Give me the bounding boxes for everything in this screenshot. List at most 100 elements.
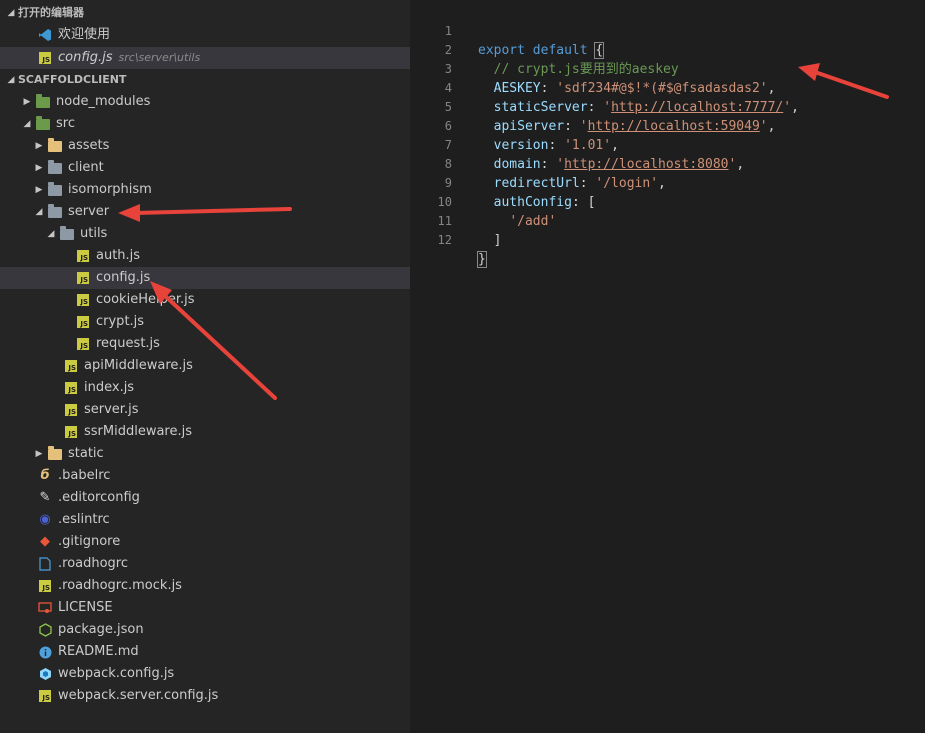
tree-item-auth-js[interactable]: JS auth.js bbox=[0, 245, 410, 267]
vscode-icon bbox=[36, 27, 54, 43]
code-line: 4 staticServer: 'http://localhost:7777/'… bbox=[410, 60, 925, 115]
tree-item-roadhogrc[interactable]: .roadhogrc bbox=[0, 553, 410, 575]
tree-item-label: server bbox=[68, 204, 110, 219]
code-editor[interactable]: 1 export default { 2 // crypt.js要用到的aesk… bbox=[410, 0, 925, 733]
tree-item-node-modules[interactable]: ▶ node_modules bbox=[0, 91, 410, 113]
chevron-right-icon: ▶ bbox=[35, 163, 43, 173]
project-header[interactable]: ◢ SCAFFOLDCLIENT bbox=[0, 69, 410, 91]
brace: } bbox=[477, 251, 487, 268]
tree-item-label: webpack.config.js bbox=[58, 666, 175, 681]
tree-item-request-js[interactable]: JS request.js bbox=[0, 333, 410, 355]
js-icon: JS bbox=[36, 578, 54, 594]
tree-item-label: src bbox=[56, 116, 75, 131]
folder-open-icon bbox=[34, 115, 52, 132]
tree-item-label: LICENSE bbox=[58, 600, 113, 615]
nodejs-icon bbox=[36, 622, 54, 638]
code-line: 2 // crypt.js要用到的aeskey bbox=[410, 22, 925, 77]
open-editor-welcome[interactable]: 欢迎使用 bbox=[0, 24, 410, 46]
tree-item-server-js[interactable]: JS server.js bbox=[0, 399, 410, 421]
code-line: 6 version: '1.01', bbox=[410, 98, 925, 153]
tree-item-label: isomorphism bbox=[68, 182, 152, 197]
tree-item-license[interactable]: LICENSE bbox=[0, 597, 410, 619]
tree-item-assets[interactable]: ▶ assets bbox=[0, 135, 410, 157]
tree-item-readme-md[interactable]: README.md bbox=[0, 641, 410, 663]
js-icon: JS bbox=[74, 336, 92, 352]
open-editors-title: 打开的编辑器 bbox=[18, 6, 84, 19]
chevron-right-icon: ▶ bbox=[35, 185, 43, 195]
open-editors-header[interactable]: ◢ 打开的编辑器 bbox=[0, 2, 410, 24]
tree-item-index-js[interactable]: JS index.js bbox=[0, 377, 410, 399]
tree-item-eslintrc[interactable]: ◉ .eslintrc bbox=[0, 509, 410, 531]
tree-item-webpack-server-config-js[interactable]: JS webpack.server.config.js bbox=[0, 685, 410, 707]
bracket: ] bbox=[493, 233, 502, 248]
folder-open-icon bbox=[46, 203, 64, 220]
tree-item-label: assets bbox=[68, 138, 110, 153]
file-icon bbox=[36, 556, 54, 572]
tree-item-label: README.md bbox=[58, 644, 139, 659]
tree-item-label: cookieHelper.js bbox=[96, 292, 195, 307]
tree-item-label: static bbox=[68, 446, 104, 461]
tree-item-label: config.js bbox=[96, 270, 151, 285]
tree-item-cookiehelper-js[interactable]: JS cookieHelper.js bbox=[0, 289, 410, 311]
tree-item-utils[interactable]: ◢ utils bbox=[0, 223, 410, 245]
js-icon: JS bbox=[74, 270, 92, 286]
tree-item-src[interactable]: ◢ src bbox=[0, 113, 410, 135]
folder-icon bbox=[34, 93, 52, 110]
tree-item-crypt-js[interactable]: JS crypt.js bbox=[0, 311, 410, 333]
explorer-sidebar: ◢ 打开的编辑器 欢迎使用 JS config.js src\server\ut… bbox=[0, 0, 410, 733]
eslint-icon: ◉ bbox=[39, 512, 51, 527]
code-line: 1 export default { bbox=[410, 3, 925, 59]
js-icon: JS bbox=[62, 358, 80, 374]
tree-item-config-js[interactable]: JS config.js bbox=[0, 267, 410, 289]
git-icon: ◆ bbox=[40, 534, 50, 549]
tree-item-label: .roadhogrc bbox=[58, 556, 129, 571]
tree-item-client[interactable]: ▶ client bbox=[0, 157, 410, 179]
chevron-down-icon: ◢ bbox=[47, 229, 55, 239]
js-icon: JS bbox=[74, 248, 92, 264]
folder-icon bbox=[46, 159, 64, 176]
js-icon: JS bbox=[36, 50, 54, 66]
js-icon: JS bbox=[36, 688, 54, 704]
tree-item-babelrc[interactable]: б .babelrc bbox=[0, 465, 410, 487]
code-line: 8 redirectUrl: '/login', bbox=[410, 136, 925, 191]
folder-open-icon bbox=[58, 225, 76, 242]
tree-item-roadhogrc-mock-js[interactable]: JS .roadhogrc.mock.js bbox=[0, 575, 410, 597]
tree-item-label: .eslintrc bbox=[58, 512, 110, 527]
tree-item-webpack-config-js[interactable]: webpack.config.js bbox=[0, 663, 410, 685]
tree-item-label: utils bbox=[80, 226, 108, 241]
editorconfig-icon: ✎ bbox=[39, 490, 51, 505]
tree-item-ssrmiddleware-js[interactable]: JS ssrMiddleware.js bbox=[0, 421, 410, 443]
tree-item-label: .roadhogrc.mock.js bbox=[58, 578, 182, 593]
open-editor-path: src\server\utils bbox=[118, 51, 201, 64]
tree-item-package-json[interactable]: package.json bbox=[0, 619, 410, 641]
tree-item-isomorphism[interactable]: ▶ isomorphism bbox=[0, 179, 410, 201]
code-line: 3 AESKEY: 'sdf234#@$!*(#$@fsadasdas2', bbox=[410, 41, 925, 96]
js-icon: JS bbox=[62, 380, 80, 396]
js-icon: JS bbox=[62, 424, 80, 440]
tree-item-static[interactable]: ▶ static bbox=[0, 443, 410, 465]
tree-item-server[interactable]: ◢ server bbox=[0, 201, 410, 223]
chevron-down-icon: ◢ bbox=[7, 8, 15, 18]
tree-item-label: index.js bbox=[84, 380, 135, 395]
tree-item-gitignore[interactable]: ◆ .gitignore bbox=[0, 531, 410, 553]
tree-item-label: apiMiddleware.js bbox=[84, 358, 193, 373]
tree-item-label: package.json bbox=[58, 622, 144, 637]
chevron-down-icon: ◢ bbox=[35, 207, 43, 217]
tree-item-label: node_modules bbox=[56, 94, 151, 109]
js-icon: JS bbox=[62, 402, 80, 418]
project-title: SCAFFOLDCLIENT bbox=[18, 73, 127, 86]
folder-icon bbox=[46, 445, 64, 462]
folder-icon bbox=[46, 181, 64, 198]
code-line: 9 authConfig: [ bbox=[410, 155, 925, 210]
webpack-icon bbox=[36, 666, 54, 682]
tree-item-label: .babelrc bbox=[58, 468, 111, 483]
tree-item-label: server.js bbox=[84, 402, 139, 417]
open-editor-config[interactable]: JS config.js src\server\utils bbox=[0, 47, 410, 69]
tree-item-editorconfig[interactable]: ✎ .editorconfig bbox=[0, 487, 410, 509]
tree-item-apimiddleware-js[interactable]: JS apiMiddleware.js bbox=[0, 355, 410, 377]
tree-item-label: webpack.server.config.js bbox=[58, 688, 219, 703]
code-line: 5 apiServer: 'http://localhost:59049', bbox=[410, 79, 925, 134]
open-editor-label: 欢迎使用 bbox=[58, 27, 111, 42]
code-line: 7 domain: 'http://localhost:8080', bbox=[410, 117, 925, 172]
chevron-down-icon: ◢ bbox=[7, 75, 15, 85]
